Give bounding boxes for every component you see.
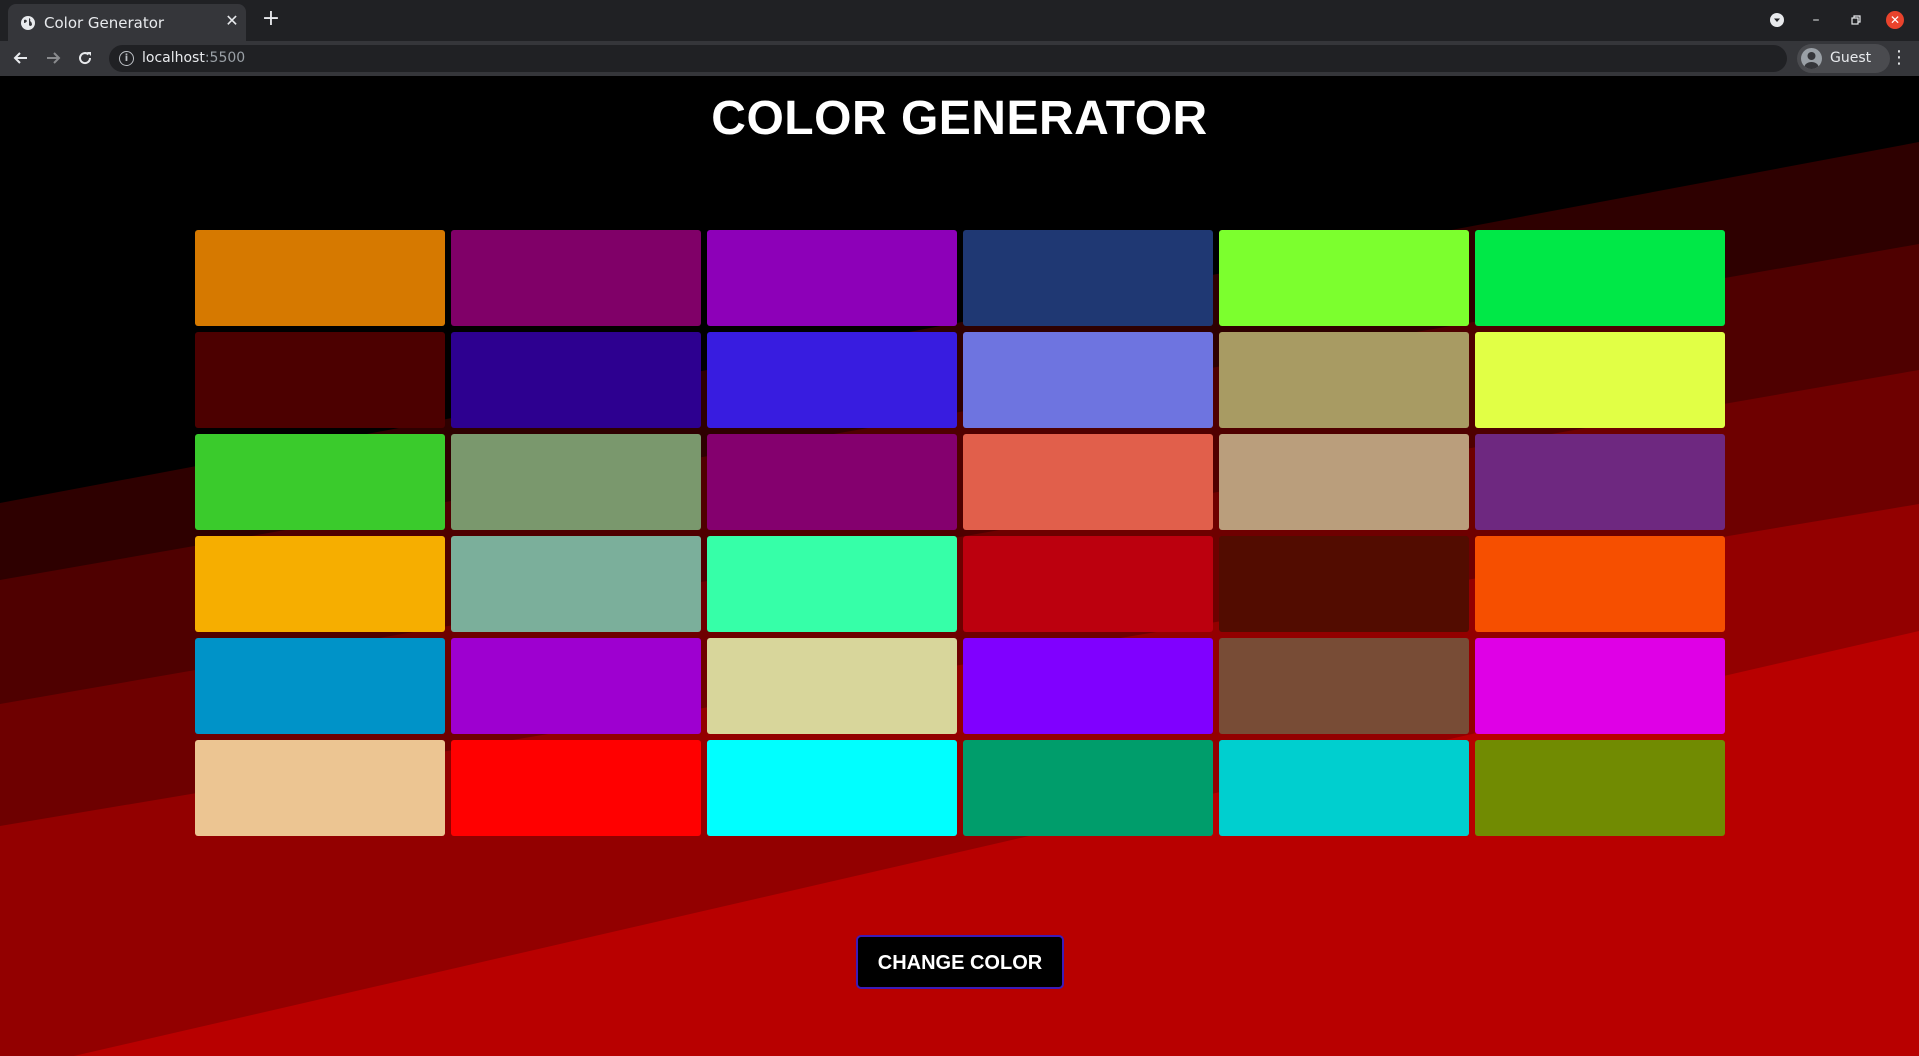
color-swatch bbox=[963, 332, 1213, 428]
close-window-icon[interactable]: ✕ bbox=[1886, 11, 1904, 29]
profile-name: Guest bbox=[1830, 50, 1872, 66]
color-swatch bbox=[963, 434, 1213, 530]
color-swatch bbox=[195, 434, 445, 530]
minimize-icon[interactable]: – bbox=[1806, 10, 1826, 30]
color-swatch bbox=[451, 536, 701, 632]
profile-button[interactable]: Guest bbox=[1797, 44, 1890, 73]
tab-strip: Color Generator ✕ + – ✕ bbox=[0, 0, 1919, 41]
forward-arrow-icon[interactable] bbox=[42, 47, 64, 69]
color-swatch bbox=[195, 740, 445, 836]
color-swatch bbox=[451, 434, 701, 530]
color-swatch bbox=[1475, 536, 1725, 632]
tab-close-icon[interactable]: ✕ bbox=[224, 13, 240, 29]
color-grid bbox=[195, 230, 1725, 836]
tab-search-icon[interactable] bbox=[1767, 10, 1787, 30]
avatar-icon bbox=[1801, 48, 1822, 69]
color-swatch bbox=[707, 434, 957, 530]
color-swatch bbox=[1219, 740, 1469, 836]
address-bar[interactable]: i localhost:5500 bbox=[109, 45, 1787, 72]
url-port: :5500 bbox=[204, 50, 246, 66]
color-swatch bbox=[195, 638, 445, 734]
restore-icon[interactable] bbox=[1846, 10, 1866, 30]
color-swatch bbox=[1219, 230, 1469, 326]
url-text: localhost:5500 bbox=[142, 50, 245, 66]
color-swatch bbox=[451, 740, 701, 836]
color-swatch bbox=[1475, 332, 1725, 428]
color-swatch bbox=[707, 740, 957, 836]
color-swatch bbox=[1219, 536, 1469, 632]
color-swatch bbox=[963, 638, 1213, 734]
color-swatch bbox=[707, 536, 957, 632]
color-swatch bbox=[451, 332, 701, 428]
color-swatch bbox=[1475, 434, 1725, 530]
color-swatch bbox=[1219, 638, 1469, 734]
color-swatch bbox=[707, 230, 957, 326]
reload-icon[interactable] bbox=[74, 47, 96, 69]
color-swatch bbox=[1475, 740, 1725, 836]
tab-title: Color Generator bbox=[44, 14, 165, 32]
back-arrow-icon[interactable] bbox=[10, 47, 32, 69]
color-swatch bbox=[195, 332, 445, 428]
color-swatch bbox=[1219, 332, 1469, 428]
page-viewport: COLOR GENERATOR CHANGE COLOR bbox=[0, 76, 1919, 1056]
color-swatch bbox=[1475, 638, 1725, 734]
new-tab-icon[interactable]: + bbox=[260, 8, 282, 31]
url-host: localhost bbox=[142, 50, 205, 66]
color-swatch bbox=[451, 230, 701, 326]
site-info-icon[interactable]: i bbox=[119, 51, 134, 66]
tab-color-generator[interactable]: Color Generator ✕ bbox=[8, 4, 246, 41]
color-swatch bbox=[707, 638, 957, 734]
change-color-button[interactable]: CHANGE COLOR bbox=[856, 935, 1064, 989]
color-swatch bbox=[963, 230, 1213, 326]
globe-icon bbox=[21, 16, 35, 30]
color-swatch bbox=[451, 638, 701, 734]
color-swatch bbox=[963, 536, 1213, 632]
browser-toolbar: i localhost:5500 Guest ⋮ bbox=[0, 41, 1919, 76]
page-title: COLOR GENERATOR bbox=[711, 92, 1208, 145]
color-swatch bbox=[195, 536, 445, 632]
color-swatch bbox=[707, 332, 957, 428]
color-swatch bbox=[1475, 230, 1725, 326]
color-swatch bbox=[195, 230, 445, 326]
color-swatch bbox=[963, 740, 1213, 836]
menu-kebab-icon[interactable]: ⋮ bbox=[1889, 47, 1909, 69]
browser-window: Color Generator ✕ + – ✕ i localhost:5500 bbox=[0, 0, 1919, 1056]
color-swatch bbox=[1219, 434, 1469, 530]
